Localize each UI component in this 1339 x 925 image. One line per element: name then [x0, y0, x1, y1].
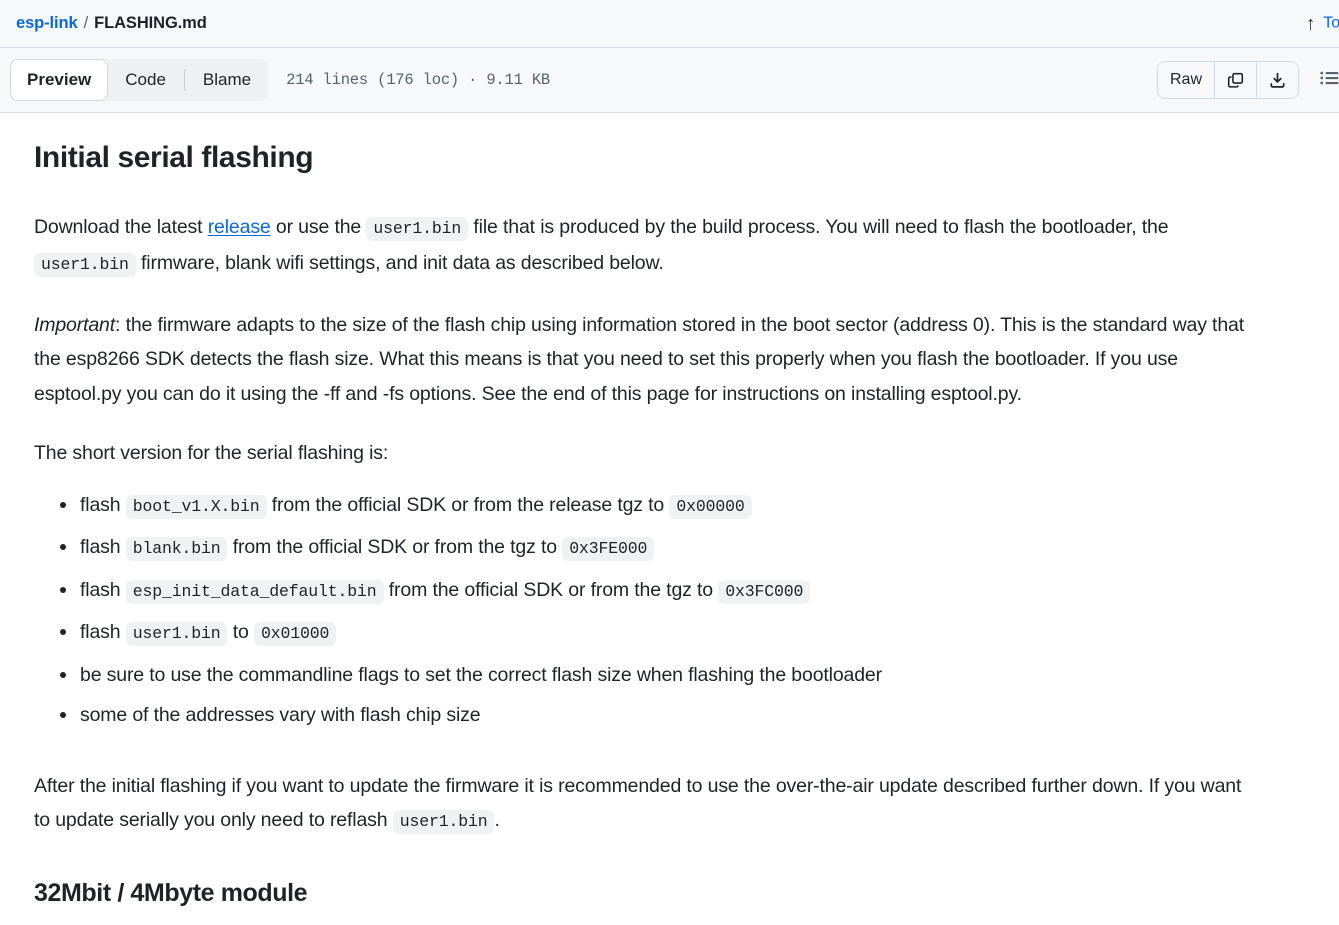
table-of-contents-button[interactable] — [1313, 64, 1339, 96]
segment-divider — [183, 69, 185, 91]
breadcrumb-separator: / — [83, 14, 89, 32]
flash-steps-list: flash boot_v1.X.bin from the official SD… — [34, 493, 1261, 744]
paragraph-important-note: Important: the firmware adapts to the si… — [34, 308, 1261, 412]
markdown-content: Initial serial flashing Download the lat… — [0, 113, 1295, 909]
breadcrumb-bar: esp-link / FLASHING.md ↑ Top — [0, 0, 1339, 48]
back-to-top-link[interactable]: ↑ Top — [1306, 14, 1339, 33]
download-icon — [1269, 72, 1286, 89]
heading-initial-serial-flashing: Initial serial flashing — [34, 141, 314, 174]
list-item: flash boot_v1.X.bin from the official SD… — [60, 493, 1261, 536]
heading-32mbit-4mbyte-module: 32Mbit / 4Mbyte module — [34, 878, 308, 907]
code-esp-init-data-bin: esp_init_data_default.bin — [125, 579, 384, 604]
code-user1-bin: user1.bin — [125, 622, 228, 646]
list-item-text: flash — [80, 536, 126, 558]
list-item-text: flash — [80, 621, 126, 643]
list-item-text: from the official SDK or from the releas… — [266, 493, 670, 516]
paragraph-download-release: Download the latest release or use the u… — [34, 210, 1261, 283]
code-address: 0x00000 — [669, 494, 752, 519]
paragraph-ota-update: After the initial flashing if you want t… — [34, 769, 1261, 840]
file-meta-info: 214 lines (176 loc) · 9.11 KB — [286, 71, 551, 89]
release-link[interactable]: release — [208, 216, 271, 238]
breadcrumb-repo-link[interactable]: esp-link — [16, 14, 78, 33]
breadcrumb-file-name: FLASHING.md — [94, 14, 207, 32]
paragraph-text: file that is produced by the build proce… — [468, 215, 1169, 238]
paragraph-text: : the firmware adapts to the size of the… — [34, 313, 1244, 405]
copy-raw-contents-button[interactable] — [1214, 62, 1256, 98]
code-address: 0x01000 — [253, 622, 337, 646]
code-address: 0x3FC000 — [718, 579, 811, 604]
list-item-text: be sure to use the commandline flags to … — [80, 663, 882, 686]
emphasis-important: Important — [34, 313, 116, 336]
list-item: flash blank.bin from the official SDK or… — [60, 535, 1261, 578]
code-blank-bin: blank.bin — [125, 537, 228, 561]
list-item: flash esp_init_data_default.bin from the… — [60, 578, 1261, 621]
file-toolbar: Preview Code Blame 214 lines (176 loc) ·… — [0, 48, 1339, 113]
outline-list-icon — [1319, 68, 1339, 93]
copy-icon — [1227, 72, 1244, 89]
raw-copy-download-button-group: Raw — [1156, 61, 1299, 99]
code-user1-bin: user1.bin — [34, 253, 136, 277]
toolbar-actions: Raw — [1156, 61, 1339, 99]
code-user1-bin: user1.bin — [366, 216, 469, 241]
paragraph-text: or use the — [270, 215, 367, 238]
list-item-text: to — [227, 621, 254, 643]
list-item-text: flash — [80, 493, 126, 516]
raw-button[interactable]: Raw — [1157, 62, 1214, 98]
tab-preview[interactable]: Preview — [10, 59, 109, 101]
list-item-text: some of the addresses vary with flash ch… — [80, 704, 481, 726]
arrow-up-icon: ↑ — [1305, 13, 1316, 34]
list-item-text: from the official SDK or from the tgz to — [227, 536, 563, 558]
paragraph-text: . — [494, 809, 500, 831]
paragraph-text: Download the latest — [34, 215, 208, 238]
view-mode-segmented-control: Preview Code Blame — [10, 59, 269, 101]
code-address: 0x3FE000 — [562, 537, 655, 561]
paragraph-short-version: The short version for the serial flashin… — [34, 442, 389, 464]
tab-blame[interactable]: Blame — [186, 59, 268, 101]
tab-code[interactable]: Code — [108, 59, 183, 101]
list-item-text: from the official SDK or from the tgz to — [383, 578, 719, 601]
list-item: be sure to use the commandline flags to … — [60, 663, 1261, 704]
list-item-text: flash — [80, 578, 126, 601]
back-to-top-label: Top — [1323, 14, 1339, 32]
code-user1-bin: user1.bin — [392, 810, 495, 834]
download-raw-file-button[interactable] — [1256, 62, 1298, 98]
list-item: some of the addresses vary with flash ch… — [60, 703, 1261, 744]
paragraph-text: After the initial flashing if you want t… — [34, 774, 1242, 832]
paragraph-text: firmware, blank wifi settings, and init … — [135, 252, 664, 274]
list-item: flash user1.bin to 0x01000 — [60, 620, 1261, 663]
code-boot-bin: boot_v1.X.bin — [125, 494, 267, 519]
